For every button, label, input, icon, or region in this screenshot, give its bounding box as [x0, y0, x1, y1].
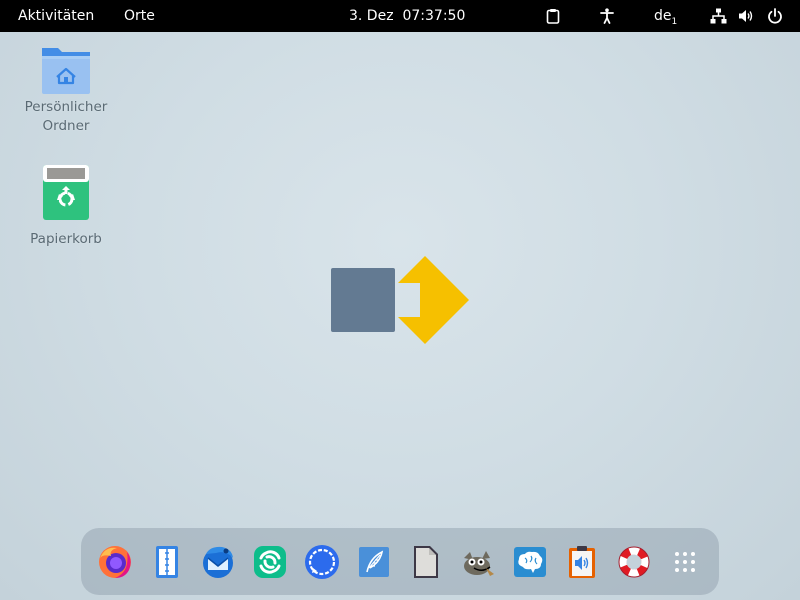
home-folder-label-line1: Persönlicher	[24, 99, 108, 115]
element-icon	[254, 546, 286, 578]
thunderbird-icon	[203, 546, 233, 578]
gimp-icon	[464, 551, 494, 576]
dock-app-audio-clipboard[interactable]	[562, 542, 602, 582]
show-applications-button[interactable]	[665, 542, 705, 582]
power-icon[interactable]	[767, 8, 783, 24]
clipboard-icon[interactable]	[545, 8, 561, 24]
keyboard-layout-label: de	[654, 8, 672, 24]
dock-app-help[interactable]	[614, 542, 654, 582]
notes-icon	[156, 546, 178, 578]
clock-time: 07:37:50	[402, 8, 466, 24]
top-bar: Aktivitäten Orte 3. Dez 07:37:50 de1	[0, 0, 800, 32]
clock-date: 3. Dez	[349, 8, 394, 24]
trash[interactable]: Papierkorb	[16, 164, 116, 249]
dock-app-quill-writer[interactable]	[354, 542, 394, 582]
clock[interactable]: 3. Dez 07:37:50	[349, 0, 465, 32]
keyboard-layout-indicator[interactable]: de1	[654, 0, 677, 32]
feather-pen-icon	[359, 547, 389, 577]
network-icon[interactable]	[710, 8, 727, 24]
lifebuoy-icon	[618, 546, 650, 578]
audio-clipboard-icon	[569, 546, 595, 578]
text-editor-icon	[414, 546, 438, 578]
dock-app-firefox[interactable]	[95, 542, 135, 582]
home-folder[interactable]: Persönlicher Ordner	[16, 42, 116, 136]
brain-icon	[514, 547, 546, 577]
keyboard-layout-index: 1	[671, 16, 678, 27]
places-menu[interactable]: Orte	[124, 0, 155, 32]
activities-button[interactable]: Aktivitäten	[18, 0, 94, 32]
folder-home-icon	[42, 48, 90, 94]
dock-app-notes[interactable]	[147, 542, 187, 582]
distro-logo	[331, 256, 469, 344]
dock-app-thunderbird[interactable]	[198, 542, 238, 582]
trash-label: Papierkorb	[30, 231, 102, 247]
accessibility-icon[interactable]	[599, 8, 615, 24]
trash-icon	[43, 165, 89, 220]
dock-app-brain[interactable]	[510, 542, 550, 582]
dock-app-gimp[interactable]	[458, 542, 498, 582]
volume-icon[interactable]	[738, 8, 755, 24]
dock-app-signal[interactable]	[302, 542, 342, 582]
dash-dock	[81, 528, 719, 595]
dock-app-element[interactable]	[250, 542, 290, 582]
dock-app-text-editor[interactable]	[406, 542, 446, 582]
app-grid-icon	[675, 552, 695, 572]
signal-icon	[305, 545, 339, 579]
firefox-icon	[99, 546, 131, 578]
home-folder-label-line2: Ordner	[42, 118, 90, 134]
